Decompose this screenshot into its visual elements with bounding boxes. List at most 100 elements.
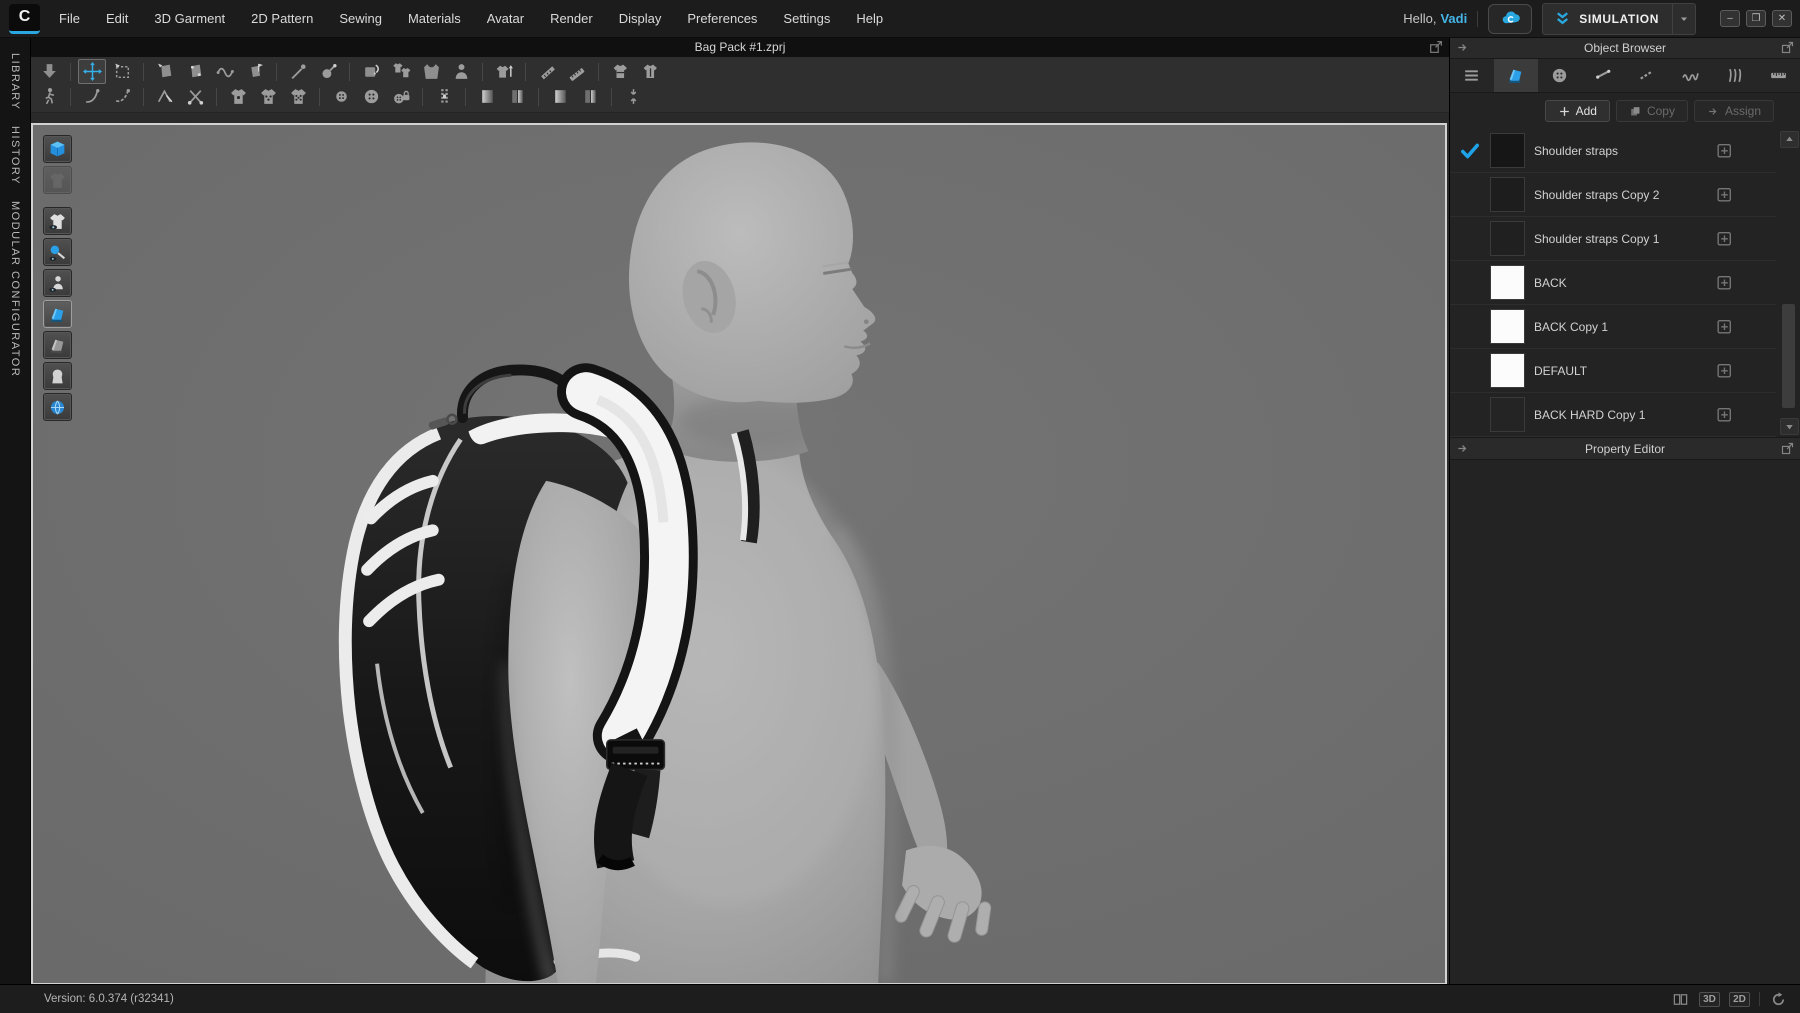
refresh-icon[interactable] [1769, 991, 1788, 1008]
close-button[interactable]: ✕ [1772, 10, 1792, 27]
detach-sewing-tool[interactable] [181, 84, 209, 109]
popout-icon[interactable] [1428, 39, 1444, 55]
fasten-button-tool[interactable] [387, 84, 415, 109]
save-to-library-icon[interactable] [1715, 141, 1734, 160]
attach-tape-tool[interactable] [563, 59, 591, 84]
fabric-swatch[interactable] [1490, 221, 1525, 256]
thick-textured-surface-toggle[interactable] [43, 331, 72, 359]
fabric-list-item[interactable]: DEFAULT [1450, 349, 1776, 393]
minimize-button[interactable]: – [1720, 10, 1740, 27]
tab-fabric[interactable] [1493, 59, 1538, 92]
move-pattern-tool[interactable] [151, 59, 179, 84]
fabric-swatch[interactable] [1490, 133, 1525, 168]
show-garment-toggle[interactable] [43, 207, 72, 235]
show-avatar-head-toggle[interactable] [43, 362, 72, 390]
rail-tab-history[interactable]: HISTORY [9, 126, 21, 185]
fold-3d-pattern-tool[interactable] [284, 84, 312, 109]
view-3d-button[interactable]: 3D [1699, 991, 1720, 1007]
select-box-tool[interactable] [108, 59, 136, 84]
fitting-suit-tool[interactable] [490, 59, 518, 84]
arrangement-points-tool[interactable] [447, 59, 475, 84]
reset-arrangement-tool[interactable] [387, 59, 415, 84]
fabric-swatch[interactable] [1490, 309, 1525, 344]
save-to-library-icon[interactable] [1715, 229, 1734, 248]
rail-tab-modular-configurator[interactable]: MODULAR CONFIGURATOR [9, 201, 21, 377]
fold-angle-a-tool[interactable] [473, 84, 501, 109]
menu-item[interactable]: Preferences [674, 0, 770, 37]
fabric-swatch[interactable] [1490, 397, 1525, 432]
scrollbar-thumb[interactable] [1782, 304, 1795, 408]
tab-measure[interactable] [1756, 59, 1800, 92]
segment-sewing-tool[interactable] [78, 84, 106, 109]
tape-measure-tool[interactable] [533, 59, 561, 84]
viewport-3d[interactable] [31, 123, 1447, 985]
scroll-down-button[interactable] [1780, 418, 1799, 435]
clo-cloud-button[interactable] [1488, 3, 1533, 34]
arrangement-tool[interactable] [357, 59, 385, 84]
fabric-list-item[interactable]: Shoulder straps Copy 2 [1450, 173, 1776, 217]
menu-item[interactable]: Avatar [474, 0, 537, 37]
pin-tool[interactable] [284, 59, 312, 84]
restore-button[interactable]: ❐ [1746, 10, 1766, 27]
fabric-list-item[interactable]: Shoulder straps [1450, 129, 1776, 173]
menu-item[interactable]: Display [606, 0, 675, 37]
popout-icon[interactable] [1780, 40, 1795, 55]
menu-item[interactable]: Render [537, 0, 606, 37]
collapse-arrow-icon[interactable] [1455, 441, 1470, 456]
fabric-list-item[interactable]: BACK HARD Copy 1 [1450, 393, 1776, 437]
buttonhole-tool[interactable] [357, 84, 385, 109]
fabric-list-item[interactable]: BACK Copy 1 [1450, 305, 1776, 349]
copy-button[interactable]: Copy [1615, 100, 1688, 122]
viewport-scene[interactable] [33, 125, 1445, 983]
pressure-tool[interactable] [619, 84, 647, 109]
menu-item[interactable]: Settings [770, 0, 843, 37]
edit-sewing-tool[interactable] [151, 84, 179, 109]
fold-arrangement-tool[interactable] [254, 84, 282, 109]
walkthrough-tool[interactable] [35, 84, 63, 109]
save-to-library-icon[interactable] [1715, 361, 1734, 380]
show-pins-toggle[interactable] [43, 238, 72, 266]
simulation-button[interactable]: SIMULATION [1542, 2, 1696, 35]
save-to-library-icon[interactable] [1715, 185, 1734, 204]
menu-item[interactable]: Sewing [326, 0, 395, 37]
smooth-fold-a-tool[interactable] [546, 84, 574, 109]
fabric-list-item[interactable]: Shoulder straps Copy 1 [1450, 217, 1776, 261]
scroll-up-button[interactable] [1780, 131, 1799, 148]
fabric-swatch[interactable] [1490, 353, 1525, 388]
zipper-tool[interactable] [430, 84, 458, 109]
textured-surface-toggle[interactable] [43, 300, 72, 328]
pleats-sewing-tool[interactable] [224, 84, 252, 109]
edit-pattern-tool[interactable] [181, 59, 209, 84]
split-view-icon[interactable] [1671, 991, 1690, 1008]
tab-button[interactable] [1538, 59, 1582, 92]
clo-logo[interactable]: C [9, 3, 40, 34]
fabric-list-item[interactable]: BACK [1450, 261, 1776, 305]
menu-item[interactable]: Help [843, 0, 896, 37]
list-scrollbar[interactable] [1780, 131, 1799, 435]
bounding-volume-tool[interactable] [417, 59, 445, 84]
simulate-tool[interactable] [35, 59, 63, 84]
property-editor-header[interactable]: Property Editor [1450, 437, 1800, 460]
save-to-library-icon[interactable] [1715, 273, 1734, 292]
popout-icon[interactable] [1780, 441, 1795, 456]
show-environment-toggle[interactable] [43, 393, 72, 421]
tab-topstitch[interactable] [1669, 59, 1713, 92]
show-2d-pattern-toggle[interactable] [43, 166, 72, 194]
stretch-garment-h-tool[interactable] [606, 59, 634, 84]
stretch-garment-v-tool[interactable] [636, 59, 664, 84]
object-browser-header[interactable]: Object Browser [1450, 37, 1800, 59]
button-tool[interactable] [327, 84, 355, 109]
fabric-swatch[interactable] [1490, 177, 1525, 212]
tab-puckering[interactable] [1713, 59, 1757, 92]
show-avatar-toggle[interactable] [43, 269, 72, 297]
menu-item[interactable]: 3D Garment [141, 0, 238, 37]
tab-scene-list[interactable] [1450, 59, 1494, 92]
flatten-pattern-tool[interactable] [241, 59, 269, 84]
show-3d-garment-toggle[interactable] [43, 135, 72, 163]
document-tab-title[interactable]: Bag Pack #1.zprj [695, 40, 786, 54]
free-sewing-tool[interactable] [108, 84, 136, 109]
menu-item[interactable]: File [46, 0, 93, 37]
add-button[interactable]: Add [1544, 100, 1610, 122]
collapse-arrow-icon[interactable] [1455, 40, 1470, 55]
assign-button[interactable]: Assign [1693, 100, 1774, 122]
